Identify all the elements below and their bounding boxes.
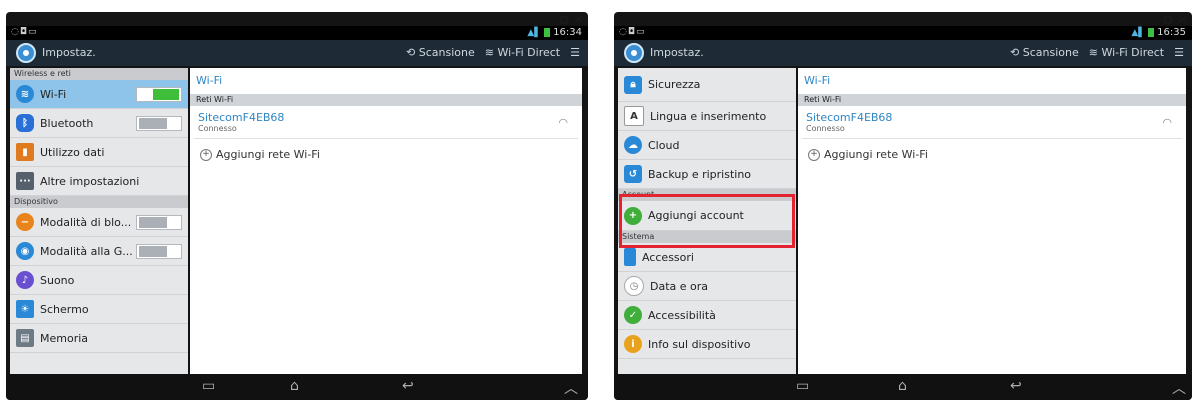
action-bar: Impostaz. ⟲ Scansione ≋ Wi-Fi Direct ☰ — [614, 40, 1192, 66]
page-title: Impostaz. — [42, 46, 96, 59]
tablet-screen-wifi: ⧉ ✕ ◌◘▭ ▲▌ 16:34 Impostaz. ⟲ Scansione ≋… — [6, 12, 588, 400]
chevron-up-icon[interactable]: ︿ — [1172, 378, 1186, 398]
wifi-panel: Wi-Fi Reti Wi-Fi SitecomF4EB68 Connesso … — [190, 68, 582, 374]
network-status: Connesso — [198, 124, 237, 133]
plus-icon: + — [808, 148, 820, 161]
chevron-up-icon[interactable]: ︿ — [564, 378, 578, 398]
overflow-menu-icon[interactable]: ☰ — [1174, 46, 1184, 59]
recent-apps-icon[interactable]: ▭ — [202, 378, 215, 394]
panel-title: Wi-Fi — [196, 74, 223, 87]
signal-icon: ▲▌ — [527, 27, 542, 38]
sidebar-item-device-info[interactable]: i Info sul dispositivo — [618, 330, 796, 359]
scan-button[interactable]: ⟲ Scansione — [1010, 46, 1079, 59]
sidebar-item-glove-mode[interactable]: ◉ Modalità alla G... — [10, 237, 188, 266]
tablet-screen-account: ⧉ ✕ ◌◘▭ ▲▌ 16:35 Impostaz. ⟲ Scansione ≋… — [614, 12, 1192, 400]
wifi-direct-button[interactable]: ≋ Wi-Fi Direct — [1089, 46, 1164, 59]
signal-icon: ▲▌ — [1131, 27, 1146, 38]
sidebar-item-language[interactable]: A Lingua e inserimento — [618, 102, 796, 131]
scan-button[interactable]: ⟲ Scansione — [406, 46, 475, 59]
scan-icon: ⟲ — [406, 46, 419, 59]
sidebar-item-bluetooth[interactable]: ᛒ Bluetooth — [10, 109, 188, 138]
page-title: Impostaz. — [650, 46, 704, 59]
section-header-device: Dispositivo — [10, 196, 188, 208]
sidebar-item-screen[interactable]: ☀ Schermo — [10, 295, 188, 324]
wifi-toggle[interactable] — [136, 87, 182, 102]
wifi-networks-header: Reti Wi-Fi — [798, 94, 1186, 106]
highlight-box — [619, 194, 795, 248]
screen-icon: ☀ — [16, 300, 34, 318]
wifi-signal-icon: ◠ — [1162, 116, 1172, 129]
sidebar-item-date-time[interactable]: ◷ Data e ora — [618, 272, 796, 301]
status-bar: ◌◘▭ ▲▌ 16:35 — [614, 26, 1192, 40]
accessories-icon — [624, 248, 636, 266]
clock-icon: ◷ — [624, 276, 644, 296]
info-icon: i — [624, 335, 642, 353]
add-network-button[interactable]: + Aggiungi rete Wi-Fi — [200, 148, 320, 161]
home-icon[interactable]: ⌂ — [898, 378, 907, 394]
home-icon[interactable]: ⌂ — [290, 378, 299, 394]
glove-mode-icon: ◉ — [16, 242, 34, 260]
sidebar-item-block-mode[interactable]: − Modalità di blo... — [10, 208, 188, 237]
sidebar-item-wifi[interactable]: ≋ Wi-Fi — [10, 80, 188, 109]
back-icon[interactable]: ↩ — [1010, 378, 1022, 394]
battery-icon — [544, 28, 551, 37]
back-icon[interactable]: ↩ — [402, 378, 414, 394]
notification-icons: ◌◘▭ — [619, 27, 646, 37]
scan-icon: ⟲ — [1010, 46, 1023, 59]
glove-mode-toggle[interactable] — [136, 244, 182, 259]
sidebar-item-data-usage[interactable]: ▮ Utilizzo dati — [10, 138, 188, 167]
add-network-button[interactable]: + Aggiungi rete Wi-Fi — [808, 148, 928, 161]
nav-bar: ▭ ⌂ ↩ ︿ — [614, 374, 1192, 400]
lock-icon: 🔒︎ — [624, 75, 642, 94]
wifi-networks-header: Reti Wi-Fi — [190, 94, 582, 106]
wifi-signal-icon: ◠ — [558, 116, 568, 129]
divider — [802, 138, 1182, 139]
data-usage-icon: ▮ — [16, 143, 34, 161]
wifi-panel: Wi-Fi Reti Wi-Fi SitecomF4EB68 Connesso … — [798, 68, 1186, 374]
backup-icon: ↺ — [624, 165, 642, 183]
cloud-icon: ☁ — [624, 136, 642, 154]
panel-title: Wi-Fi — [804, 74, 831, 87]
keyboard-icon: A — [624, 106, 644, 126]
wifi-direct-icon: ≋ — [1088, 46, 1102, 59]
wifi-direct-icon: ≋ — [484, 46, 498, 59]
sidebar-item-backup[interactable]: ↺ Backup e ripristino — [618, 160, 796, 189]
network-name[interactable]: SitecomF4EB68 — [198, 111, 284, 124]
section-header-wireless: Wireless e reti — [10, 68, 188, 80]
clock: 16:35 — [1157, 27, 1186, 38]
wifi-direct-button[interactable]: ≋ Wi-Fi Direct — [485, 46, 560, 59]
sidebar-item-cloud[interactable]: ☁ Cloud — [618, 131, 796, 160]
plus-icon: + — [200, 148, 212, 161]
settings-gear-icon[interactable] — [16, 43, 36, 63]
settings-gear-icon[interactable] — [624, 43, 644, 63]
settings-sidebar: Wireless e reti ≋ Wi-Fi ᛒ Bluetooth ▮ Ut… — [10, 68, 188, 374]
memory-icon: ▤ — [16, 329, 34, 347]
accessibility-icon: ✓ — [624, 306, 642, 324]
recent-apps-icon[interactable]: ▭ — [796, 378, 809, 394]
wifi-icon: ≋ — [16, 85, 34, 103]
battery-icon — [1148, 28, 1155, 37]
bluetooth-toggle[interactable] — [136, 116, 182, 131]
status-bar: ◌◘▭ ▲▌ 16:34 — [6, 26, 588, 40]
network-status: Connesso — [806, 124, 845, 133]
sound-icon: ♪ — [16, 271, 34, 289]
sidebar-item-sound[interactable]: ♪ Suono — [10, 266, 188, 295]
block-mode-toggle[interactable] — [136, 215, 182, 230]
block-mode-icon: − — [16, 213, 34, 231]
sidebar-item-memory[interactable]: ▤ Memoria — [10, 324, 188, 353]
overflow-menu-icon[interactable]: ☰ — [570, 46, 580, 59]
bluetooth-icon: ᛒ — [16, 114, 34, 132]
sidebar-item-more-settings[interactable]: ··· Altre impostazioni — [10, 167, 188, 196]
network-name[interactable]: SitecomF4EB68 — [806, 111, 892, 124]
clock: 16:34 — [553, 27, 582, 38]
sidebar-item-security[interactable]: 🔒︎ Sicurezza — [618, 68, 796, 102]
notification-icons: ◌◘▭ — [11, 27, 38, 37]
divider — [194, 138, 578, 139]
nav-bar: ▭ ⌂ ↩ ︿ — [6, 374, 588, 400]
more-icon: ··· — [16, 172, 34, 190]
action-bar: Impostaz. ⟲ Scansione ≋ Wi-Fi Direct ☰ — [6, 40, 588, 66]
sidebar-item-accessibility[interactable]: ✓ Accessibilità — [618, 301, 796, 330]
